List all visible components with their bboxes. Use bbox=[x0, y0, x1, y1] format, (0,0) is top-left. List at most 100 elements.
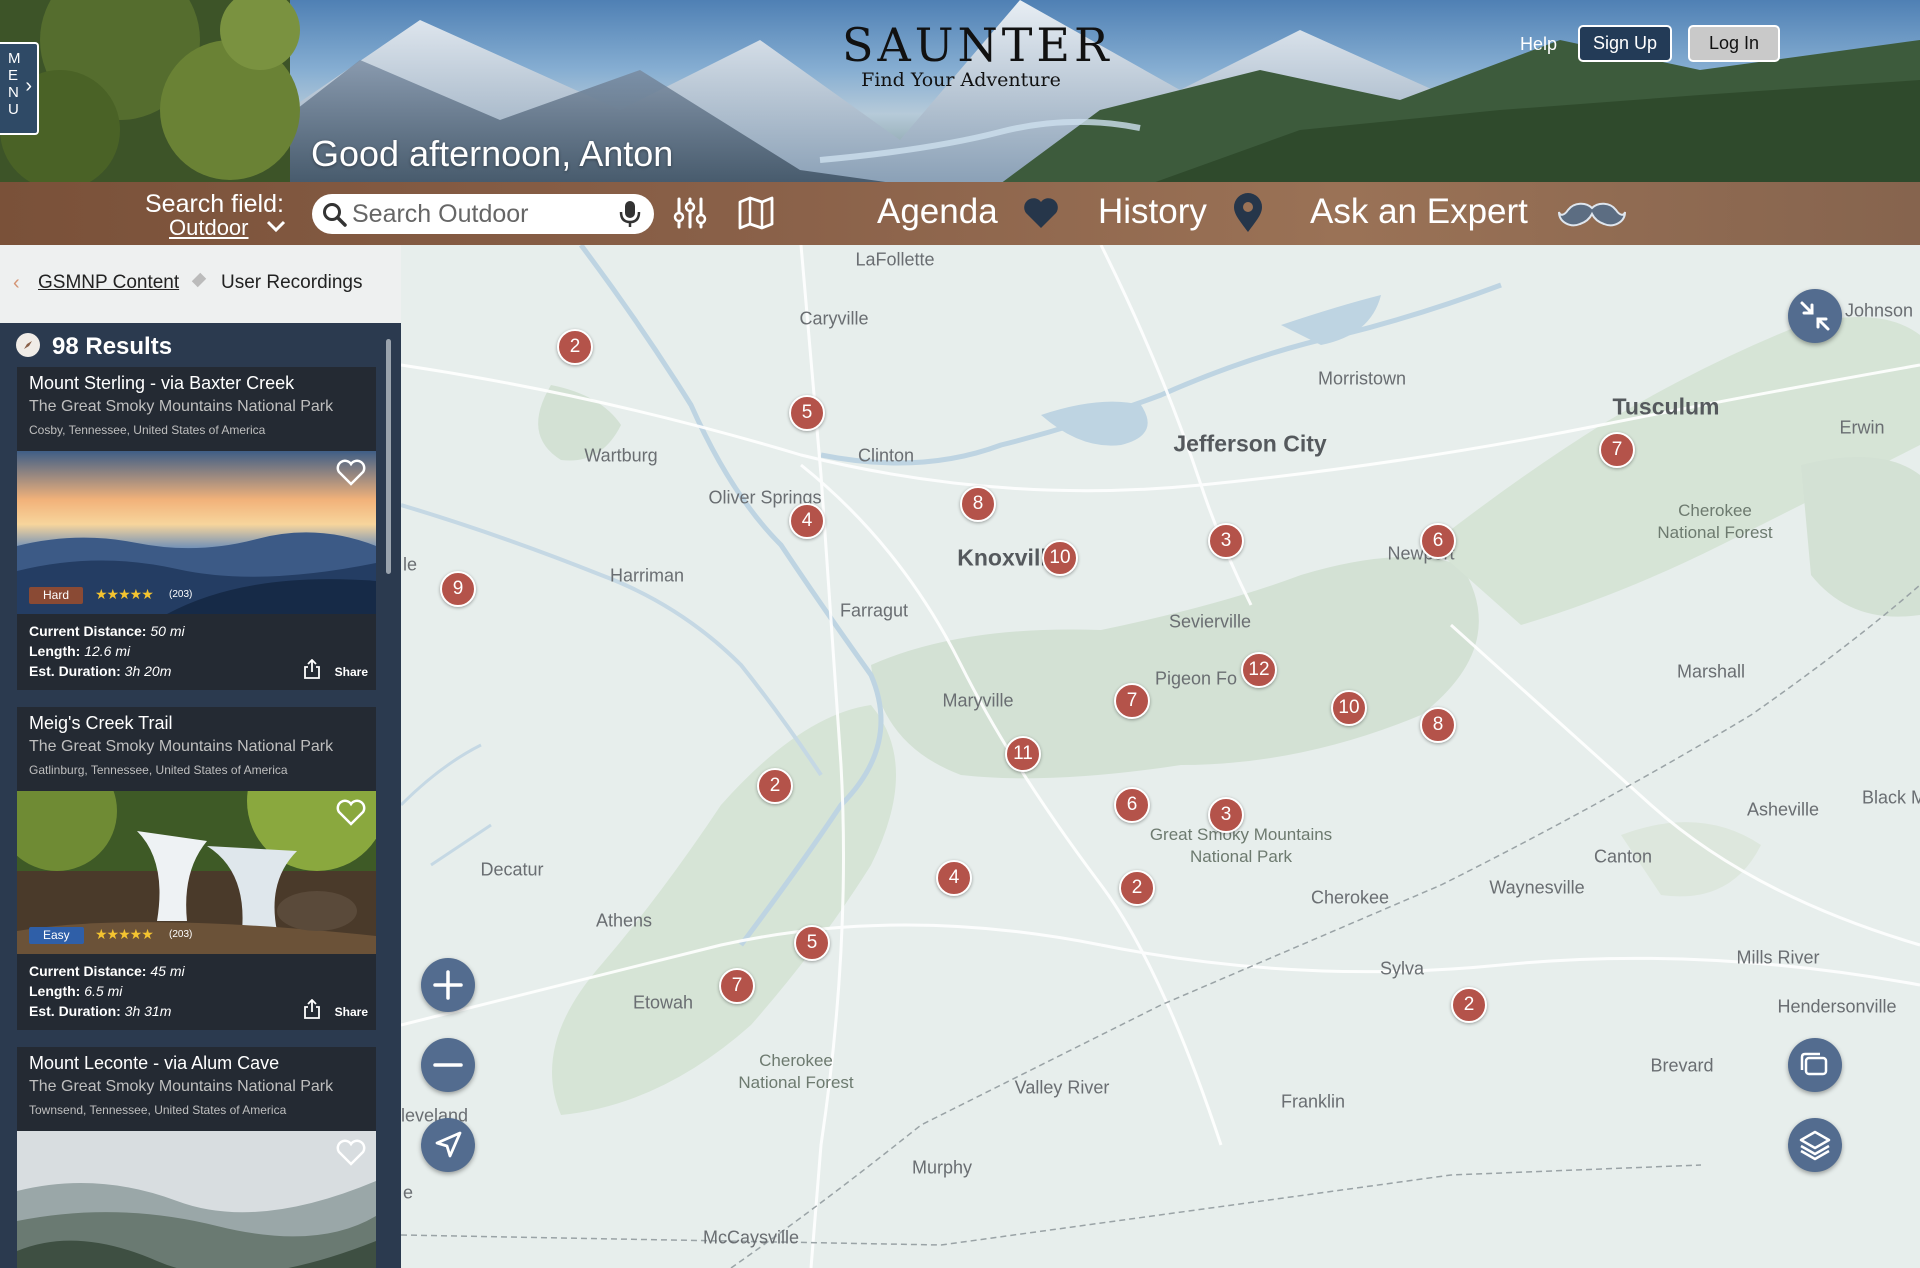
map-cluster-marker[interactable]: 5 bbox=[789, 395, 825, 431]
share-icon[interactable] bbox=[303, 658, 321, 684]
place-label: Athens bbox=[595, 910, 653, 931]
favorite-heart-icon[interactable] bbox=[336, 799, 366, 832]
locate-me-button[interactable] bbox=[421, 1118, 475, 1172]
results-header: 98 Results bbox=[16, 333, 172, 361]
place-label: Morristown bbox=[1317, 368, 1407, 389]
filter-sliders-icon[interactable] bbox=[672, 195, 708, 236]
search-field-dropdown[interactable]: Outdoor bbox=[169, 215, 249, 241]
map-cluster-marker[interactable]: 10 bbox=[1042, 540, 1078, 576]
place-label: Marshall bbox=[1676, 661, 1746, 682]
map-view[interactable]: LaFollette Caryville Morristown Tusculum… bbox=[401, 245, 1920, 1268]
map-cluster-marker[interactable]: 8 bbox=[1420, 707, 1456, 743]
share-button[interactable]: Share bbox=[335, 1005, 368, 1019]
ask-an-expert-link[interactable]: Ask an Expert bbox=[1310, 192, 1528, 232]
place-label: Maryville bbox=[942, 690, 1014, 711]
history-link[interactable]: History bbox=[1098, 192, 1207, 232]
agenda-link[interactable]: Agenda bbox=[877, 192, 998, 232]
zoom-in-button[interactable] bbox=[421, 958, 475, 1012]
map-cluster-marker[interactable]: 6 bbox=[1420, 523, 1456, 559]
sidebar-scrollbar[interactable] bbox=[386, 339, 391, 574]
place-label: Etowah bbox=[632, 992, 694, 1013]
map-pin-icon[interactable] bbox=[1231, 192, 1265, 239]
map-cluster-marker[interactable]: 11 bbox=[1005, 736, 1041, 772]
saunter-logo[interactable]: SAUNTER Find Your Adventure bbox=[842, 20, 1109, 90]
trail-park: The Great Smoky Mountains National Park bbox=[29, 1078, 334, 1095]
map-cluster-marker[interactable]: 9 bbox=[440, 571, 476, 607]
trail-card[interactable]: Meig's Creek Trail The Great Smoky Mount… bbox=[17, 707, 376, 1030]
place-label: Caryville bbox=[799, 308, 869, 329]
menu-toggle[interactable]: M E N U › bbox=[0, 42, 39, 135]
place-label: Harriman bbox=[609, 565, 685, 586]
map-cluster-marker[interactable]: 3 bbox=[1208, 797, 1244, 833]
favorite-heart-icon[interactable] bbox=[336, 1139, 366, 1172]
map-cluster-marker[interactable]: 7 bbox=[1114, 683, 1150, 719]
trail-location: Townsend, Tennessee, United States of Am… bbox=[29, 1103, 287, 1117]
map-cluster-marker[interactable]: 3 bbox=[1208, 523, 1244, 559]
place-label: Cherokee bbox=[1310, 887, 1390, 908]
map-cluster-marker[interactable]: 12 bbox=[1241, 652, 1277, 688]
place-label: Decatur bbox=[480, 859, 544, 880]
map-cluster-marker[interactable]: 5 bbox=[794, 925, 830, 961]
trail-photo[interactable]: Easy ★★★★★ (203) bbox=[17, 791, 376, 954]
chevron-left-icon[interactable]: ‹ bbox=[13, 272, 20, 295]
map-cluster-marker[interactable]: 10 bbox=[1331, 690, 1367, 726]
place-label: Farragut bbox=[839, 600, 909, 621]
navigation-arrow-icon bbox=[435, 1131, 462, 1158]
trail-title: Mount Sterling - via Baxter Creek bbox=[29, 373, 295, 393]
estimated-duration: Est. Duration: 3h 31m bbox=[29, 1003, 172, 1019]
trail-park: The Great Smoky Mountains National Park bbox=[29, 738, 334, 755]
heart-icon[interactable] bbox=[1022, 196, 1060, 235]
trail-park: The Great Smoky Mountains National Park bbox=[29, 398, 334, 415]
map-cluster-marker[interactable]: 4 bbox=[789, 503, 825, 539]
microphone-icon[interactable] bbox=[618, 200, 642, 233]
map-cluster-marker[interactable]: 8 bbox=[960, 486, 996, 522]
zoom-out-button[interactable] bbox=[421, 1038, 475, 1092]
map-layers-button[interactable] bbox=[1788, 1118, 1842, 1172]
favorite-heart-icon[interactable] bbox=[336, 459, 366, 492]
help-link[interactable]: Help bbox=[1520, 34, 1557, 55]
mustache-icon[interactable] bbox=[1558, 200, 1626, 235]
trail-length: Length: 6.5 mi bbox=[29, 983, 123, 999]
place-label: Black M bbox=[1861, 787, 1920, 808]
chevron-down-icon[interactable] bbox=[264, 214, 288, 244]
place-label: Asheville bbox=[1746, 799, 1820, 820]
trail-location: Cosby, Tennessee, United States of Ameri… bbox=[29, 423, 266, 437]
map-cluster-marker[interactable]: 2 bbox=[757, 768, 793, 804]
search-input[interactable] bbox=[352, 198, 614, 230]
exit-fullscreen-button[interactable] bbox=[1788, 289, 1842, 343]
breadcrumb-parent[interactable]: GSMNP Content bbox=[38, 272, 179, 294]
trail-photo[interactable] bbox=[17, 1131, 376, 1268]
sign-up-button[interactable]: Sign Up bbox=[1578, 25, 1672, 62]
map-cluster-marker[interactable]: 2 bbox=[1451, 987, 1487, 1023]
windows-icon bbox=[1800, 1052, 1828, 1076]
difficulty-badge: Hard bbox=[29, 587, 84, 604]
map-cluster-marker[interactable]: 2 bbox=[1119, 870, 1155, 906]
greeting-text: Good afternoon, Anton bbox=[311, 133, 674, 174]
trail-location: Gatlinburg, Tennessee, United States of … bbox=[29, 763, 288, 777]
map-cluster-marker[interactable]: 7 bbox=[1599, 432, 1635, 468]
place-label: Knoxvill bbox=[957, 544, 1047, 571]
place-label: Erwin bbox=[1839, 417, 1885, 438]
trail-card[interactable]: Mount Leconte - via Alum Cave The Great … bbox=[17, 1047, 376, 1268]
map-cluster-marker[interactable]: 6 bbox=[1114, 787, 1150, 823]
current-distance: Current Distance: 45 mi bbox=[29, 963, 185, 979]
trail-title: Mount Leconte - via Alum Cave bbox=[29, 1053, 280, 1073]
place-label: Wartburg bbox=[584, 445, 658, 466]
map-cluster-marker[interactable]: 7 bbox=[719, 968, 755, 1004]
map-cluster-marker[interactable]: 4 bbox=[936, 860, 972, 896]
search-icon[interactable] bbox=[322, 202, 348, 233]
log-in-button[interactable]: Log In bbox=[1688, 25, 1780, 62]
map-style-button[interactable] bbox=[1788, 1038, 1842, 1092]
trail-photo[interactable]: Hard ★★★★★ (203) bbox=[17, 451, 376, 614]
plus-icon bbox=[433, 970, 463, 1000]
estimated-duration: Est. Duration: 3h 20m bbox=[29, 663, 172, 679]
share-icon[interactable] bbox=[303, 998, 321, 1024]
current-distance: Current Distance: 50 mi bbox=[29, 623, 185, 639]
share-button[interactable]: Share bbox=[335, 665, 368, 679]
map-view-icon[interactable] bbox=[738, 196, 774, 235]
results-count: 98 Results bbox=[52, 333, 173, 360]
navigation-bar: Search field: Outdoor Agenda History Ask… bbox=[0, 182, 1920, 245]
park-label: Great Smoky Mountains National Park bbox=[1149, 825, 1333, 866]
map-cluster-marker[interactable]: 2 bbox=[557, 329, 593, 365]
trail-card[interactable]: Mount Sterling - via Baxter Creek The Gr… bbox=[17, 367, 376, 690]
